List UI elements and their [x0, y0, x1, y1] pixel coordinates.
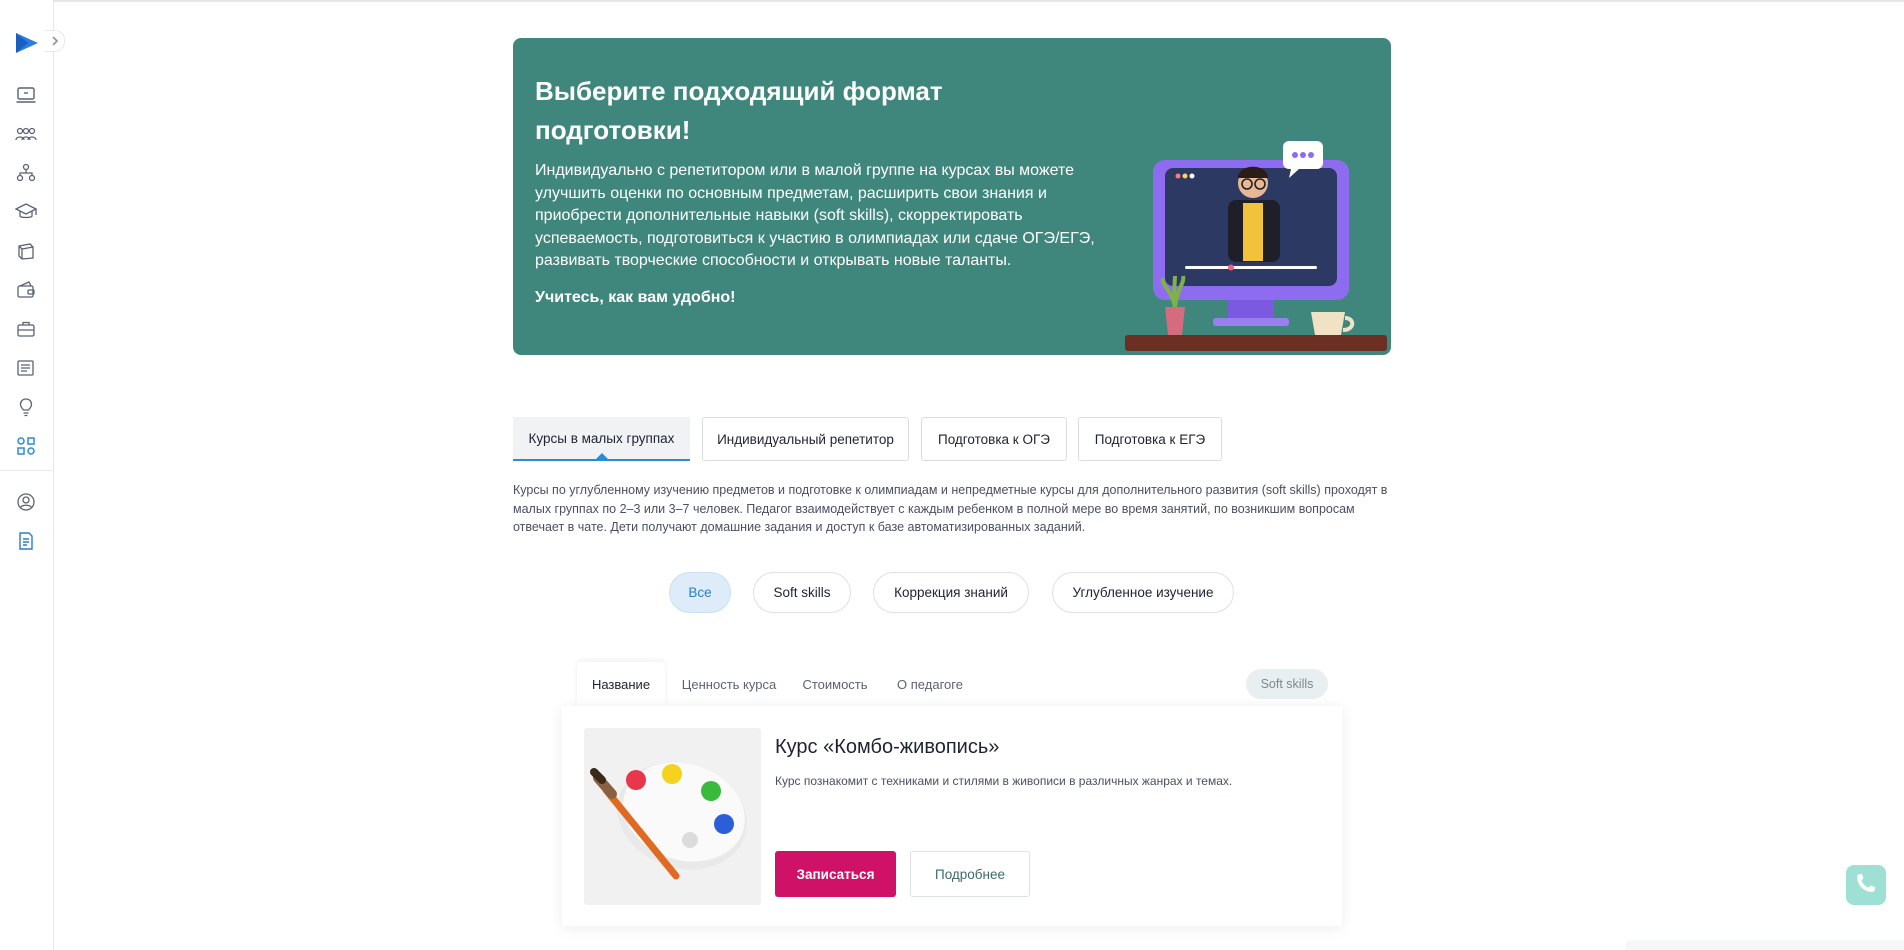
filter-advanced-study[interactable]: Углубленное изучение — [1052, 572, 1234, 613]
chevron-right-icon[interactable] — [45, 30, 65, 52]
profile-icon[interactable] — [15, 491, 37, 513]
course-tab-price[interactable]: Стоимость — [791, 662, 879, 707]
newspaper-icon[interactable] — [15, 357, 37, 379]
graduation-cap-icon[interactable] — [15, 201, 37, 223]
tab-small-groups[interactable]: Курсы в малых группах — [513, 417, 690, 461]
laptop-icon[interactable] — [15, 84, 37, 106]
tab-oge-prep[interactable]: Подготовка к ОГЭ — [921, 417, 1067, 461]
course-card: Курс «Комбо-живопись» Курс познакомит с … — [562, 706, 1342, 926]
program-description: Курсы по углубленному изучению предметов… — [513, 483, 1388, 534]
sidebar — [0, 0, 65, 950]
lightbulb-icon[interactable] — [15, 396, 37, 418]
tab-individual-tutor[interactable]: Индивидуальный репетитор — [702, 417, 909, 461]
course-tab-name[interactable]: Название — [577, 662, 665, 707]
play-logo-icon[interactable] — [14, 31, 40, 55]
course-tab-value[interactable]: Ценность курса — [674, 662, 784, 707]
phone-icon — [1855, 872, 1877, 899]
wallet-icon[interactable] — [15, 279, 37, 301]
course-tab-teacher[interactable]: О педагоге — [887, 662, 973, 707]
filter-knowledge-correction[interactable]: Коррекция знаний — [873, 572, 1029, 613]
hero-description: Индивидуально с репетитором или в малой … — [535, 162, 1095, 269]
sidebar-divider — [0, 470, 54, 471]
paint-palette-image — [584, 728, 761, 905]
details-button[interactable]: Подробнее — [910, 851, 1030, 897]
course-description: Курс познакомит с техниками и стилями в … — [775, 774, 1233, 788]
tab-ege-prep[interactable]: Подготовка к ЕГЭ — [1078, 417, 1222, 461]
course-tabs: Название Ценность курса Стоимость О педа… — [577, 662, 1331, 707]
horizontal-scrollbar[interactable] — [1625, 940, 1904, 950]
filter-soft-skills[interactable]: Soft skills — [753, 572, 851, 613]
hero-title: Выберите подходящий формат подготовки! — [535, 76, 943, 145]
course-title: Курс «Комбо-живопись» — [775, 736, 1000, 758]
filter-all[interactable]: Все — [669, 572, 731, 613]
teacher-on-monitor-illustration — [1123, 138, 1391, 355]
enroll-button[interactable]: Записаться — [775, 851, 896, 897]
book-icon[interactable] — [15, 240, 37, 262]
hero-banner: Выберите подходящий формат подготовки! И… — [513, 38, 1391, 355]
course-tag: Soft skills — [1246, 669, 1328, 699]
hero-tagline: Учитесь, как вам удобно! — [535, 289, 736, 306]
call-button[interactable] — [1846, 865, 1886, 905]
hierarchy-icon[interactable] — [15, 162, 37, 184]
group-icon[interactable] — [15, 123, 37, 145]
apps-icon[interactable] — [15, 435, 37, 457]
briefcase-icon[interactable] — [15, 318, 37, 340]
document-icon[interactable] — [15, 530, 37, 552]
top-border — [0, 0, 1904, 2]
